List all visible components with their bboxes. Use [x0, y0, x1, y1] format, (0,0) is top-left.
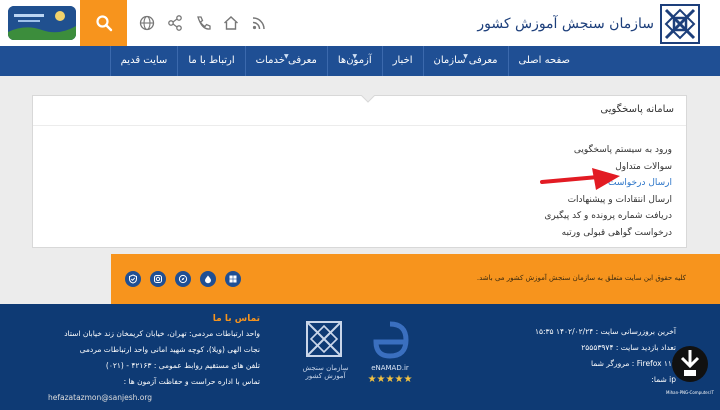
header-icon-bar — [138, 14, 268, 32]
phone-icon[interactable] — [194, 14, 212, 32]
main-nav: صفحه اصلی معرفی سازمان ▼ اخبار آزمون‌ها ▼ … — [0, 46, 720, 76]
contact-block: تماس با ما واحد ارتباطات مردمی: تهران، خ… — [48, 312, 260, 406]
logo-emblem — [660, 4, 700, 44]
watermark: Mihan-PNG-Computer.IT — [662, 344, 718, 404]
watermark-text: Mihan-PNG-Computer.IT — [666, 390, 714, 395]
stat-ip: ip شما: — [651, 375, 676, 384]
page: سازمان سنجش آموزش کشور صفحه اصلی معرفی س… — [0, 0, 720, 410]
nav-item-contact[interactable]: ارتباط با ما — [177, 46, 244, 76]
shield-check-icon — [129, 274, 137, 284]
logo-text: سازمان سنجش آموزش کشور — [477, 16, 654, 32]
site-header: سازمان سنجش آموزش کشور — [0, 0, 720, 46]
nav-label: اخبار — [392, 55, 413, 66]
nav-item-old-site[interactable]: سایت قدیم — [109, 46, 178, 76]
chevron-down-icon: ▼ — [283, 53, 289, 60]
share-icon[interactable] — [166, 14, 184, 32]
contact-line: تلفن های مستقیم روابط عمومی : ۴۲۱۶۳ - (۰… — [105, 361, 260, 370]
badge-graphic — [8, 6, 76, 40]
search-button[interactable] — [80, 0, 127, 46]
nav-item-about[interactable]: معرفی سازمان ▼ — [422, 46, 508, 76]
contact-email[interactable]: hefazatazmon@sanjesh.org — [48, 390, 260, 406]
stat-last-update: آخرین بروزرسانی سایت : ۱۴۰۲/۰۲/۲۴ ۱۵:۳۵ — [534, 327, 676, 336]
panel-title: سامانه پاسخگویی — [33, 104, 686, 126]
drop-icon — [205, 275, 211, 284]
instagram-social[interactable] — [150, 271, 166, 287]
enamad-logo — [373, 321, 409, 359]
instagram-icon — [154, 275, 162, 283]
link-certificate-request[interactable]: درخواست گواهی قبولی ورتبه — [544, 225, 672, 242]
footer-logo-text: سازمان سنجش آموزش کشور — [302, 364, 349, 380]
drop-social[interactable] — [200, 271, 216, 287]
campaign-badge[interactable] — [8, 6, 76, 40]
nav-item-news[interactable]: اخبار — [381, 46, 423, 76]
chevron-down-icon: ▼ — [352, 53, 358, 60]
contact-line: تماس با اداره حراست و حفاظت آزمون ها : — [123, 377, 260, 386]
globe-icon[interactable] — [138, 14, 156, 32]
contact-title: تماس با ما — [212, 314, 260, 324]
nav-item-home[interactable]: صفحه اصلی — [507, 46, 580, 76]
shield-check-social[interactable] — [125, 271, 141, 287]
stat-visits: تعداد بازدید سایت : ۲۵۵۵۳۹۷۴ — [581, 343, 676, 352]
contact-line: واحد ارتباطات مردمی: تهران، خیابان کریمخ… — [64, 329, 260, 338]
watermark-logo — [672, 346, 708, 382]
windows-icon — [229, 275, 237, 283]
enamad-seal[interactable]: eNAMAD.ir ★★★★★ — [360, 318, 420, 392]
chevron-down-icon: ▼ — [463, 53, 468, 60]
nav-label: صفحه اصلی — [518, 55, 570, 66]
rss-icon[interactable] — [250, 14, 268, 32]
footer-logo-emblem — [306, 321, 342, 357]
copyright-text: کلیه حقوق این سایت متعلق به سازمان سنجش … — [476, 274, 686, 282]
home-icon[interactable] — [222, 14, 240, 32]
enamad-stars: ★★★★★ — [367, 374, 413, 385]
panel-notch — [361, 95, 375, 103]
stat-browser: Firefox ۱۱۲ : مرورگر شما — [591, 359, 676, 368]
nav-item-exams[interactable]: آزمون‌ها ▼ — [326, 46, 382, 76]
nav-label: ارتباط با ما — [188, 55, 235, 66]
windows-social[interactable] — [225, 271, 241, 287]
enamad-text: eNAMAD.ir — [371, 364, 409, 372]
compass-icon — [178, 274, 188, 284]
link-login[interactable]: ورود به سیستم پاسخگویی — [544, 142, 672, 159]
nav-label: سایت قدیم — [120, 55, 168, 66]
link-tracking-code[interactable]: دریافت شماره پرونده و کد پیگیری — [544, 208, 672, 225]
nav-item-services[interactable]: معرفی خدمات ▼ — [244, 46, 327, 76]
search-icon — [95, 15, 112, 32]
compass-social[interactable] — [175, 271, 191, 287]
annotation-arrow — [540, 168, 620, 190]
site-stats: آخرین بروزرسانی سایت : ۱۴۰۲/۰۲/۲۴ ۱۵:۳۵ … — [535, 324, 676, 388]
social-links — [125, 271, 241, 287]
site-logo[interactable]: سازمان سنجش آموزش کشور — [477, 4, 700, 44]
copyright-band: کلیه حقوق این سایت متعلق به سازمان سنجش … — [111, 254, 720, 304]
contact-line: نجات الهی (ویلا)، کوچه شهید امانی واحد ا… — [79, 345, 260, 354]
footer-logo[interactable]: سازمان سنجش آموزش کشور — [298, 320, 353, 392]
